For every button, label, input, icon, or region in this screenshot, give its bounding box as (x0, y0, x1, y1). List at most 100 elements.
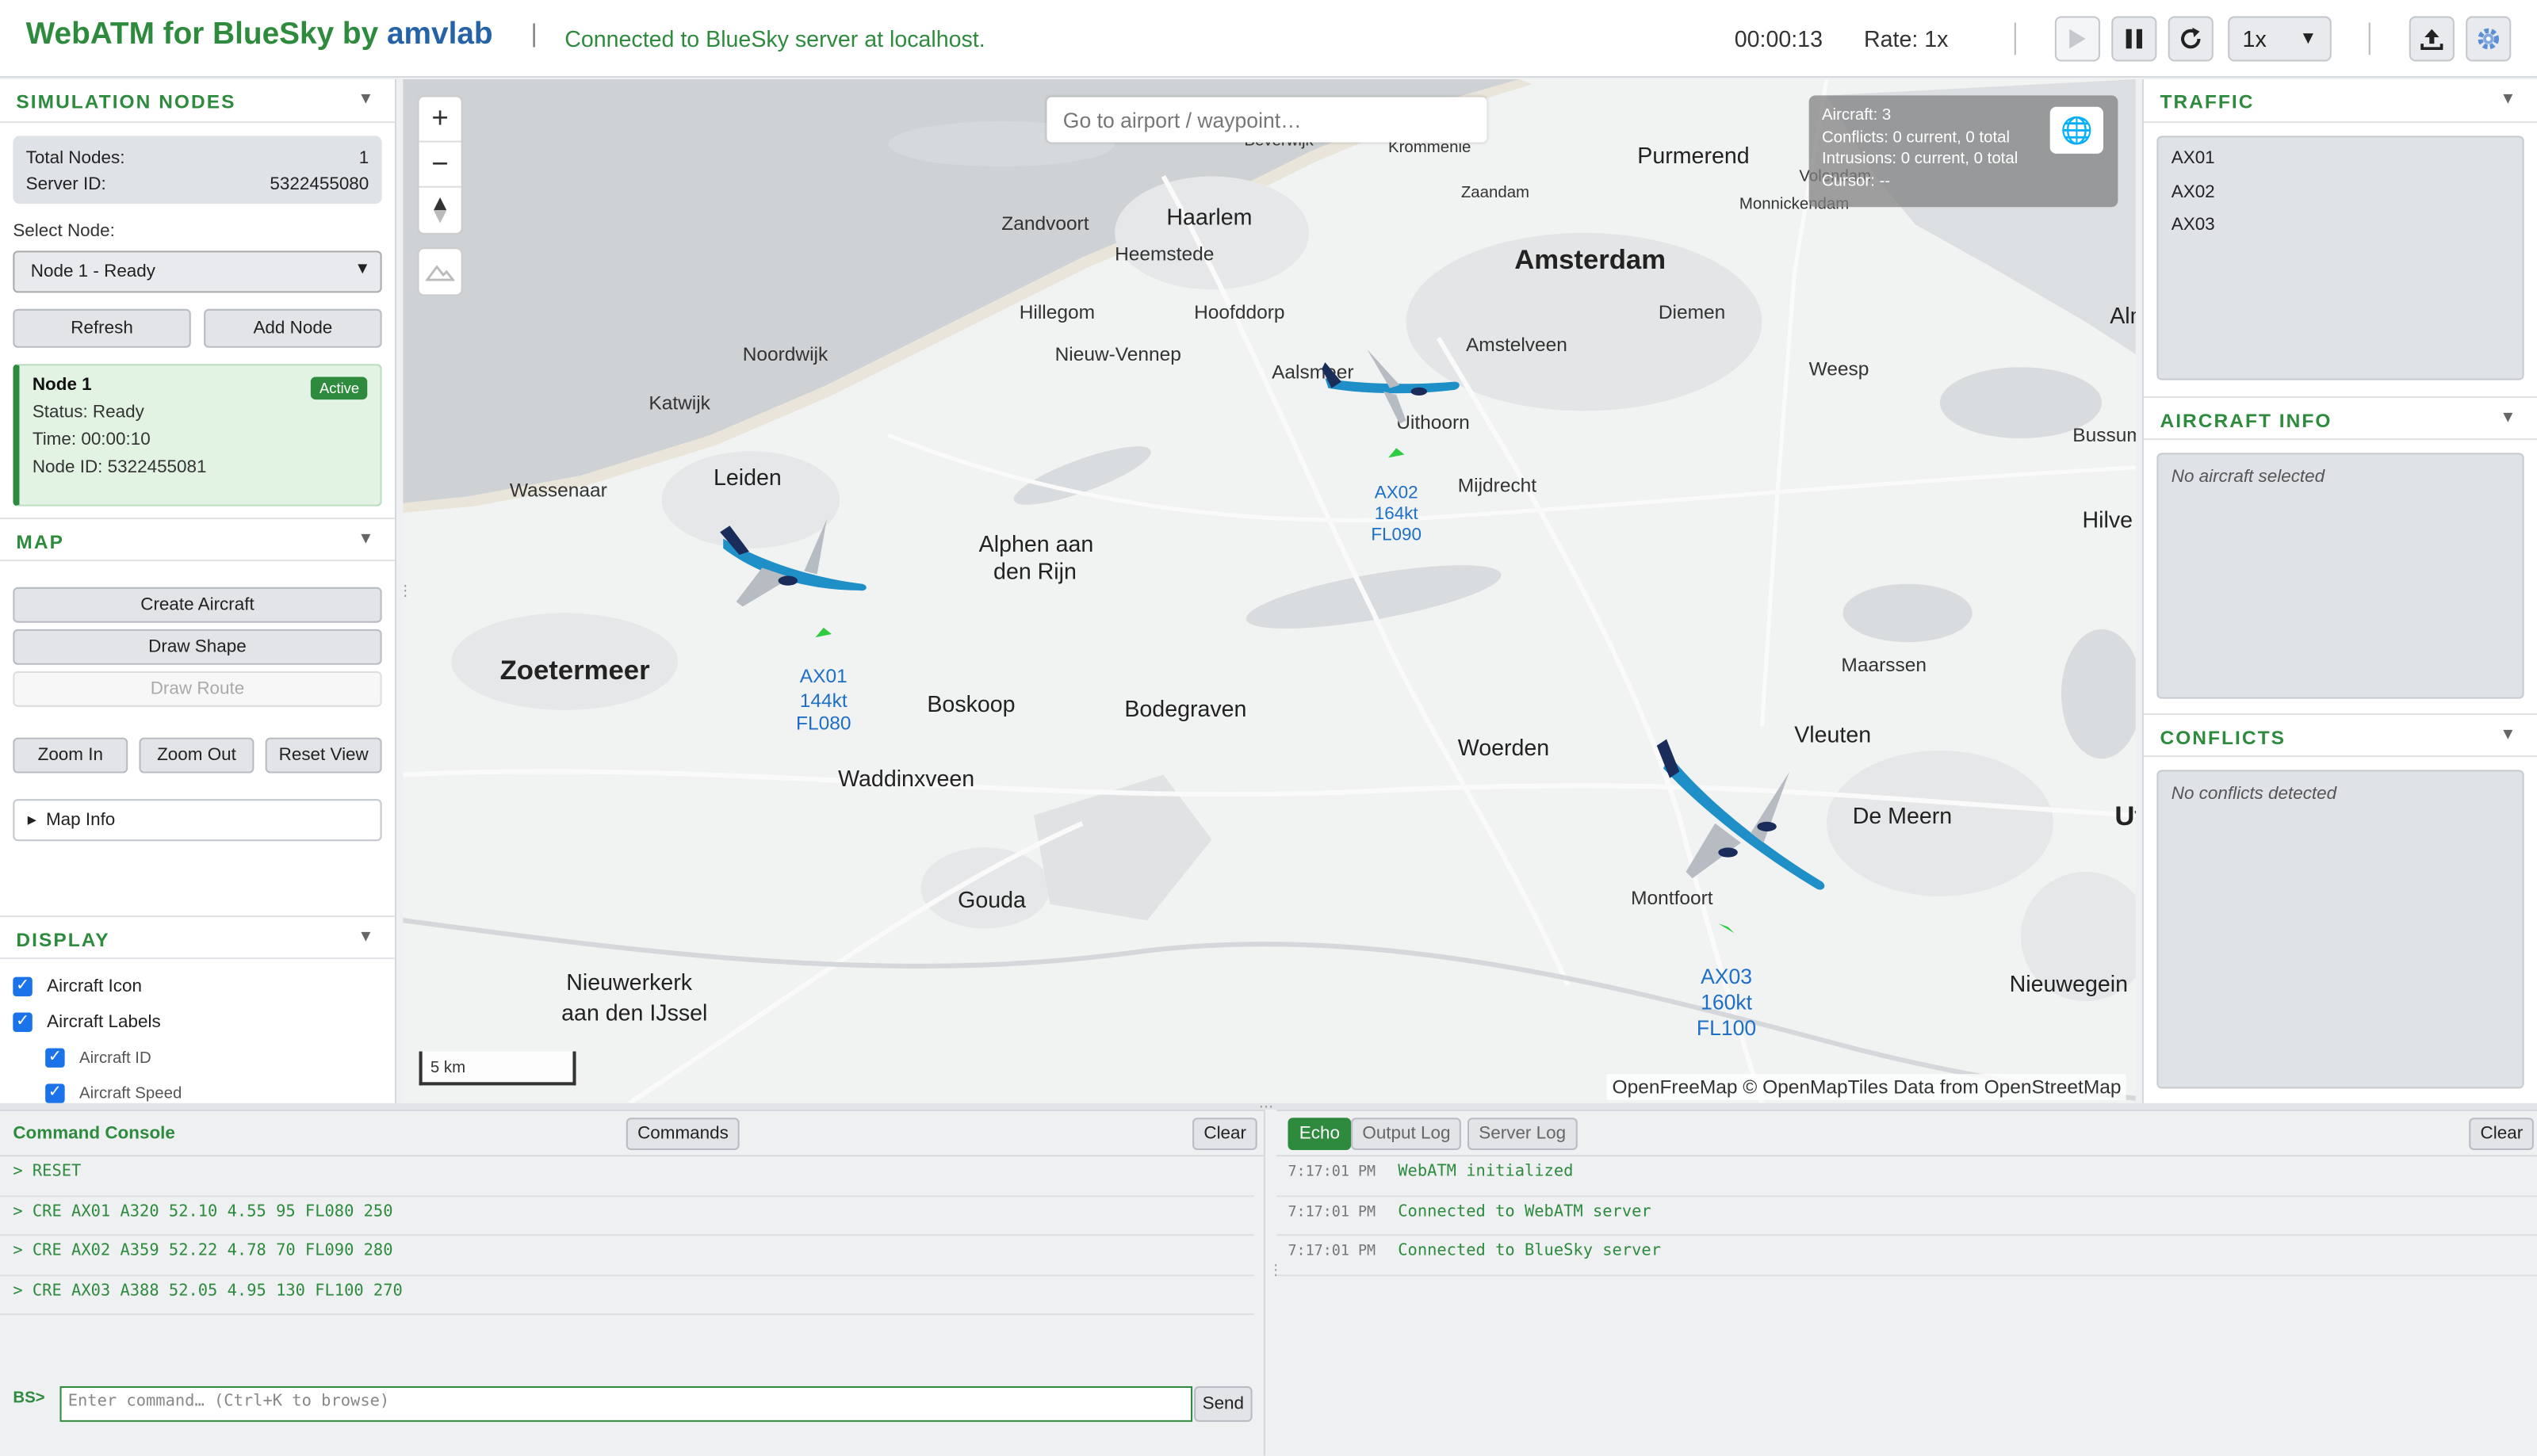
section-header-simulation-nodes[interactable]: SIMULATION NODES ▼ (0, 78, 395, 124)
settings-button[interactable] (2466, 16, 2512, 62)
node-card[interactable]: Node 1 Active Status: Ready Time: 00:00:… (13, 364, 382, 506)
aircraft-label[interactable]: AX02 164kt FL090 (1356, 483, 1437, 547)
draw-shape-button[interactable]: Draw Shape (13, 629, 382, 665)
log-time: 7:17:01 PM (1288, 1204, 1376, 1221)
map-attribution[interactable]: OpenFreeMap © OpenMapTiles Data from Ope… (1607, 1074, 2126, 1100)
play-button[interactable] (2054, 16, 2100, 62)
map-place-label: Zoetermeer (499, 655, 650, 686)
aircraft-info-box: No aircraft selected (2156, 453, 2524, 699)
map-place-label: Amsterdam (1514, 244, 1666, 275)
aircraft-label[interactable]: AX01 144kt FL080 (783, 665, 864, 736)
waypoint-search-input[interactable]: Go to airport / waypoint… (1047, 97, 1487, 143)
map-place-label: Leiden (713, 464, 782, 491)
toolbar-divider (2368, 22, 2371, 55)
play-icon (2069, 29, 2086, 49)
log-message: Connected to WebATM server (1398, 1202, 1651, 1221)
section-header-conflicts[interactable]: CONFLICTS ▼ (2144, 713, 2537, 758)
aircraft-id-toggle[interactable]: ✓ Aircraft ID (45, 1040, 395, 1076)
aircraft-icon-toggle[interactable]: ✓ Aircraft Icon (13, 969, 395, 1004)
aircraft-label-id: AX03 (1701, 964, 1752, 988)
collapse-icon: ▼ (2500, 726, 2518, 744)
node-select[interactable]: Node 1 - Ready ▼ (13, 250, 382, 293)
log-message: Connected to BlueSky server (1398, 1242, 1662, 1260)
aircraft-label[interactable]: AX03 160kt FL100 (1678, 964, 1774, 1041)
pause-button[interactable] (2111, 16, 2157, 62)
node-time: Time: 00:00:10 (32, 430, 151, 450)
zoom-out-button[interactable]: Zoom Out (139, 737, 254, 774)
tab-output-log[interactable]: Output Log (1351, 1118, 1462, 1151)
toolbar-divider (2014, 22, 2016, 55)
globe-button[interactable]: 🌐 (2049, 106, 2104, 154)
connection-status: Connected to BlueSky server at localhost… (564, 25, 985, 52)
server-id-value: 5322455080 (270, 174, 369, 194)
compass-button[interactable] (419, 188, 461, 233)
map-view[interactable]: Amsterdam Haarlem Leiden Zoetermeer Purmeren… (403, 78, 2136, 1103)
aircraft-icon[interactable] (1318, 346, 1464, 427)
tab-server-log[interactable]: Server Log (1467, 1118, 1578, 1151)
zoom-in-button[interactable]: Zoom In (13, 737, 128, 774)
conflicts-box: No conflicts detected (2156, 770, 2524, 1089)
section-header-aircraft-info[interactable]: AIRCRAFT INFO ▼ (2144, 396, 2537, 441)
map-zoom-controls: + − (417, 95, 463, 235)
aircraft-icon-label: Aircraft Icon (47, 976, 142, 997)
upload-button[interactable] (2409, 16, 2455, 62)
reset-view-button[interactable]: Reset View (265, 737, 382, 774)
command-input[interactable]: Enter command… (Ctrl+K to browse) (59, 1385, 1193, 1422)
create-aircraft-button[interactable]: Create Aircraft (13, 587, 382, 623)
aircraft-label-altitude: FL090 (1371, 525, 1422, 545)
checkbox-checked-icon[interactable]: ✓ (45, 1083, 65, 1103)
log-time: 7:17:01 PM (1288, 1244, 1376, 1260)
aircraft-speed-label: Aircraft Speed (78, 1084, 182, 1103)
nodes-summary: Total Nodes: 1 Server ID: 5322455080 (13, 136, 382, 204)
node-select-value: Node 1 - Ready (30, 262, 156, 282)
map-place-label: Maarssen (1841, 653, 1927, 677)
zoom-in-map-button[interactable]: + (419, 97, 461, 143)
clear-console-button[interactable]: Clear (1192, 1118, 1258, 1151)
log-entry: 7:17:01 PM Connected to BlueSky server (1276, 1236, 2537, 1276)
console-line: > CRE AX03 A388 52.05 4.95 130 FL100 270 (0, 1275, 1254, 1316)
map-place-label: Noordwijk (742, 342, 828, 366)
speed-select[interactable]: 1x ▼ (2228, 16, 2332, 62)
aircraft-label-id: AX01 (799, 664, 848, 688)
terrain-toggle-button[interactable] (419, 249, 461, 294)
traffic-item[interactable]: AX03 (2158, 208, 2522, 242)
zoom-out-map-button[interactable]: − (419, 143, 461, 188)
aircraft-label-altitude: FL100 (1696, 1015, 1757, 1041)
map-place-label: Hillegom (1019, 300, 1095, 324)
send-button[interactable]: Send (1194, 1385, 1253, 1422)
tab-echo[interactable]: Echo (1288, 1118, 1352, 1151)
checkbox-checked-icon[interactable]: ✓ (45, 1048, 65, 1068)
add-node-button[interactable]: Add Node (204, 308, 382, 348)
aircraft-icon[interactable] (1644, 739, 1838, 901)
checkbox-checked-icon[interactable]: ✓ (13, 1012, 33, 1033)
chevron-down-icon: ▼ (354, 260, 371, 279)
refresh-nodes-button[interactable]: Refresh (13, 308, 191, 348)
aircraft-labels-toggle[interactable]: ✓ Aircraft Labels (13, 1004, 395, 1040)
section-title: CONFLICTS (2160, 726, 2286, 749)
draw-route-button[interactable]: Draw Route (13, 671, 382, 707)
collapse-icon: ▼ (2500, 409, 2518, 427)
checkbox-checked-icon[interactable]: ✓ (13, 976, 33, 997)
map-place-label: aan den IJssel (561, 999, 708, 1026)
section-header-display[interactable]: DISPLAY ▼ (0, 915, 395, 960)
map-place-label: Alphen aan (978, 530, 1094, 557)
section-header-traffic[interactable]: TRAFFIC ▼ (2144, 78, 2537, 124)
traffic-item[interactable]: AX02 (2158, 175, 2522, 208)
reset-button[interactable] (2168, 16, 2214, 62)
app-title: WebATM for BlueSky by amvlab (26, 17, 493, 53)
map-info-toggle[interactable]: ▶ Map Info (13, 799, 382, 842)
collapse-icon: ▼ (358, 90, 376, 109)
aircraft-speed-toggle[interactable]: ✓ Aircraft Speed (45, 1076, 395, 1103)
clear-log-button[interactable]: Clear (2469, 1118, 2535, 1151)
search-placeholder: Go to airport / waypoint… (1062, 108, 1302, 133)
chevron-down-icon: ▼ (2299, 29, 2317, 49)
commands-button[interactable]: Commands (626, 1118, 740, 1151)
map-place-label: Wassenaar (509, 479, 607, 502)
section-header-map[interactable]: MAP ▼ (0, 518, 395, 562)
total-nodes-label: Total Nodes: (25, 148, 125, 169)
scale-bar: 5 km (419, 1051, 576, 1086)
traffic-item[interactable]: AX01 (2158, 143, 2522, 176)
aircraft-icon[interactable] (714, 513, 875, 610)
plus-icon: + (431, 101, 449, 135)
resize-handle-vertical[interactable]: ⋮ (398, 583, 412, 600)
